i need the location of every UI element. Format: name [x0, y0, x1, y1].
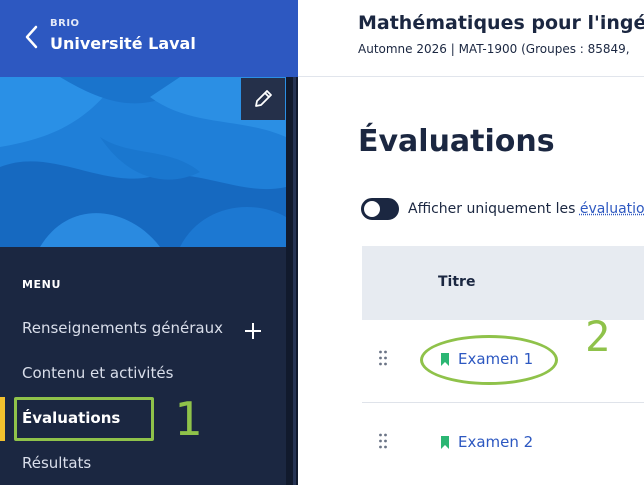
table-header: Titre: [362, 246, 644, 320]
annotation-number-1: 1: [174, 392, 202, 446]
filter-toggle[interactable]: [361, 198, 399, 220]
toggle-label-link[interactable]: évaluations: [580, 201, 644, 217]
edit-banner-button[interactable]: [241, 78, 285, 120]
main-content: Mathématiques pour l'ingén Automne 2026 …: [298, 0, 644, 485]
annotation-number-2: 2: [585, 312, 611, 361]
exam-link[interactable]: Examen 2: [458, 433, 533, 451]
course-title: Mathématiques pour l'ingén: [358, 12, 644, 34]
sidebar-divider: [286, 77, 298, 485]
plus-icon[interactable]: [244, 322, 262, 340]
toggle-label-text: Afficher uniquement les: [408, 201, 580, 217]
toggle-label: Afficher uniquement les évaluations: [408, 201, 644, 217]
brand-sub-label: BRIO: [50, 18, 80, 29]
drag-handle-icon[interactable]: [378, 350, 388, 366]
course-meta: Automne 2026 | MAT-1900 (Groupes : 85849…: [358, 42, 630, 56]
sidebar-item-label: Contenu et activités: [22, 364, 174, 382]
chevron-left-icon[interactable]: [22, 24, 42, 50]
annotation-ellipse: [420, 335, 558, 385]
sidebar-item-resultats[interactable]: Résultats: [0, 442, 286, 485]
sidebar-item-label: Renseignements généraux: [22, 319, 223, 337]
menu-heading: MENU: [22, 278, 61, 291]
course-header: Mathématiques pour l'ingén Automne 2026 …: [298, 0, 644, 77]
bookmark-icon: [441, 436, 449, 449]
annotation-box: [14, 397, 154, 441]
page-title: Évaluations: [358, 124, 555, 159]
sidebar-item-contenu[interactable]: Contenu et activités: [0, 352, 286, 396]
active-indicator: [0, 397, 5, 441]
pencil-icon: [255, 90, 272, 107]
toggle-knob: [364, 201, 380, 217]
column-header-title[interactable]: Titre: [438, 274, 475, 290]
brand-header[interactable]: BRIO Université Laval: [0, 0, 298, 77]
sidebar-item-label: Résultats: [22, 454, 92, 472]
table-row: Examen 2: [362, 403, 644, 485]
brand-title[interactable]: Université Laval: [50, 34, 196, 53]
drag-handle-icon[interactable]: [378, 433, 388, 449]
